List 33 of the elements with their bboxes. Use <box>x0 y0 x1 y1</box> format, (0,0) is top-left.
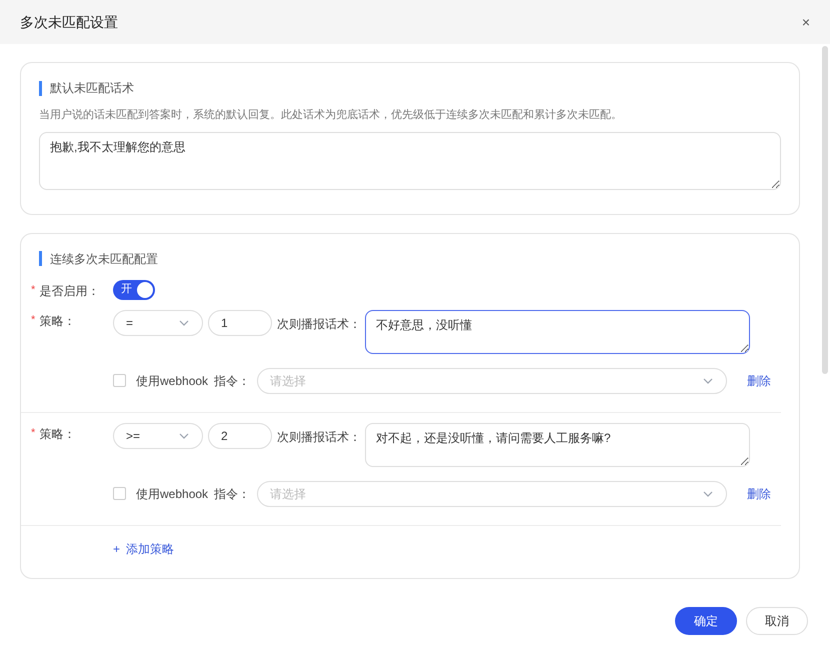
required-mark: * <box>31 282 36 298</box>
operator-select[interactable]: = <box>113 310 203 336</box>
confirm-button[interactable]: 确定 <box>675 606 737 634</box>
scrollbar-thumb[interactable] <box>822 46 828 374</box>
section-title: 默认未匹配话术 <box>50 80 134 97</box>
close-button[interactable]: × <box>802 12 810 32</box>
description-text: 当用户说的话未匹配到答案时，系统的默认回复。此处话术为兜底话术，优先级低于连续多次未匹配和累计多次未匹配。 <box>39 108 623 123</box>
section-title: 连续多次未匹配配置 <box>50 250 158 268</box>
reply-textarea[interactable]: 对不起，还是没听懂，请问需要人工服务嘛? <box>365 422 750 466</box>
required-mark: * <box>31 312 36 328</box>
reply-textarea[interactable]: 不好意思，没听懂 <box>365 310 750 354</box>
command-label: 指令： <box>214 372 251 390</box>
field-label: 次则播报话术： <box>277 428 362 446</box>
count-input[interactable]: 1 <box>208 310 272 336</box>
webhook-label: 使用webhook <box>136 372 210 390</box>
field-label: 是否启用： <box>39 282 100 300</box>
default-reply-textarea[interactable]: 抱歉,我不太理解您的意思 <box>39 132 781 190</box>
webhook-checkbox[interactable] <box>113 374 126 387</box>
operator-select[interactable]: >= <box>113 422 203 448</box>
delete-link[interactable]: 删除 <box>747 484 771 502</box>
webhook-label: 使用webhook <box>136 486 210 502</box>
field-label: 策略： <box>39 312 76 330</box>
required-mark: * <box>31 426 36 440</box>
delete-link[interactable]: 删除 <box>747 372 771 390</box>
field-label: 策略： <box>39 426 76 442</box>
add-strategy-link[interactable]: + 添加策略 <box>113 540 174 558</box>
dialog-title: 多次未匹配设置 <box>20 12 118 32</box>
enable-toggle[interactable]: 开 <box>113 280 155 300</box>
count-input[interactable]: 2 <box>208 422 272 448</box>
command-label: 指令： <box>214 486 251 502</box>
field-label: 次则播报话术： <box>277 316 362 332</box>
cancel-button[interactable]: 取消 <box>746 606 808 634</box>
webhook-checkbox[interactable] <box>113 487 126 500</box>
